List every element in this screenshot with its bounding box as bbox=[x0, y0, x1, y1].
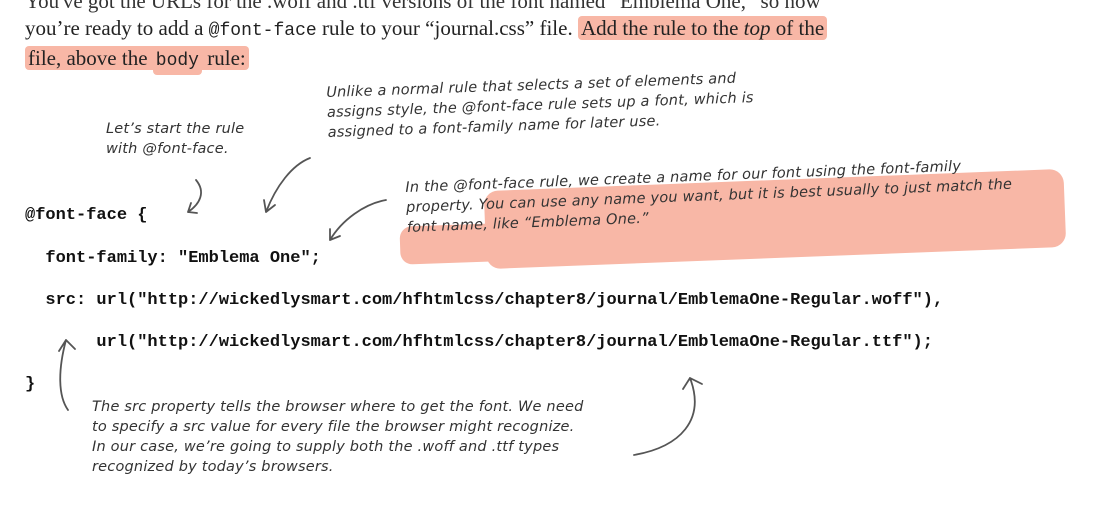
arrow-to-brace bbox=[263, 157, 311, 213]
arrow-up-src bbox=[58, 339, 76, 411]
annotation-arrows bbox=[58, 157, 703, 456]
arrow-to-family-name bbox=[329, 199, 387, 241]
arrow-to-font-face bbox=[187, 179, 202, 214]
arrow-to-ttf bbox=[633, 377, 703, 456]
